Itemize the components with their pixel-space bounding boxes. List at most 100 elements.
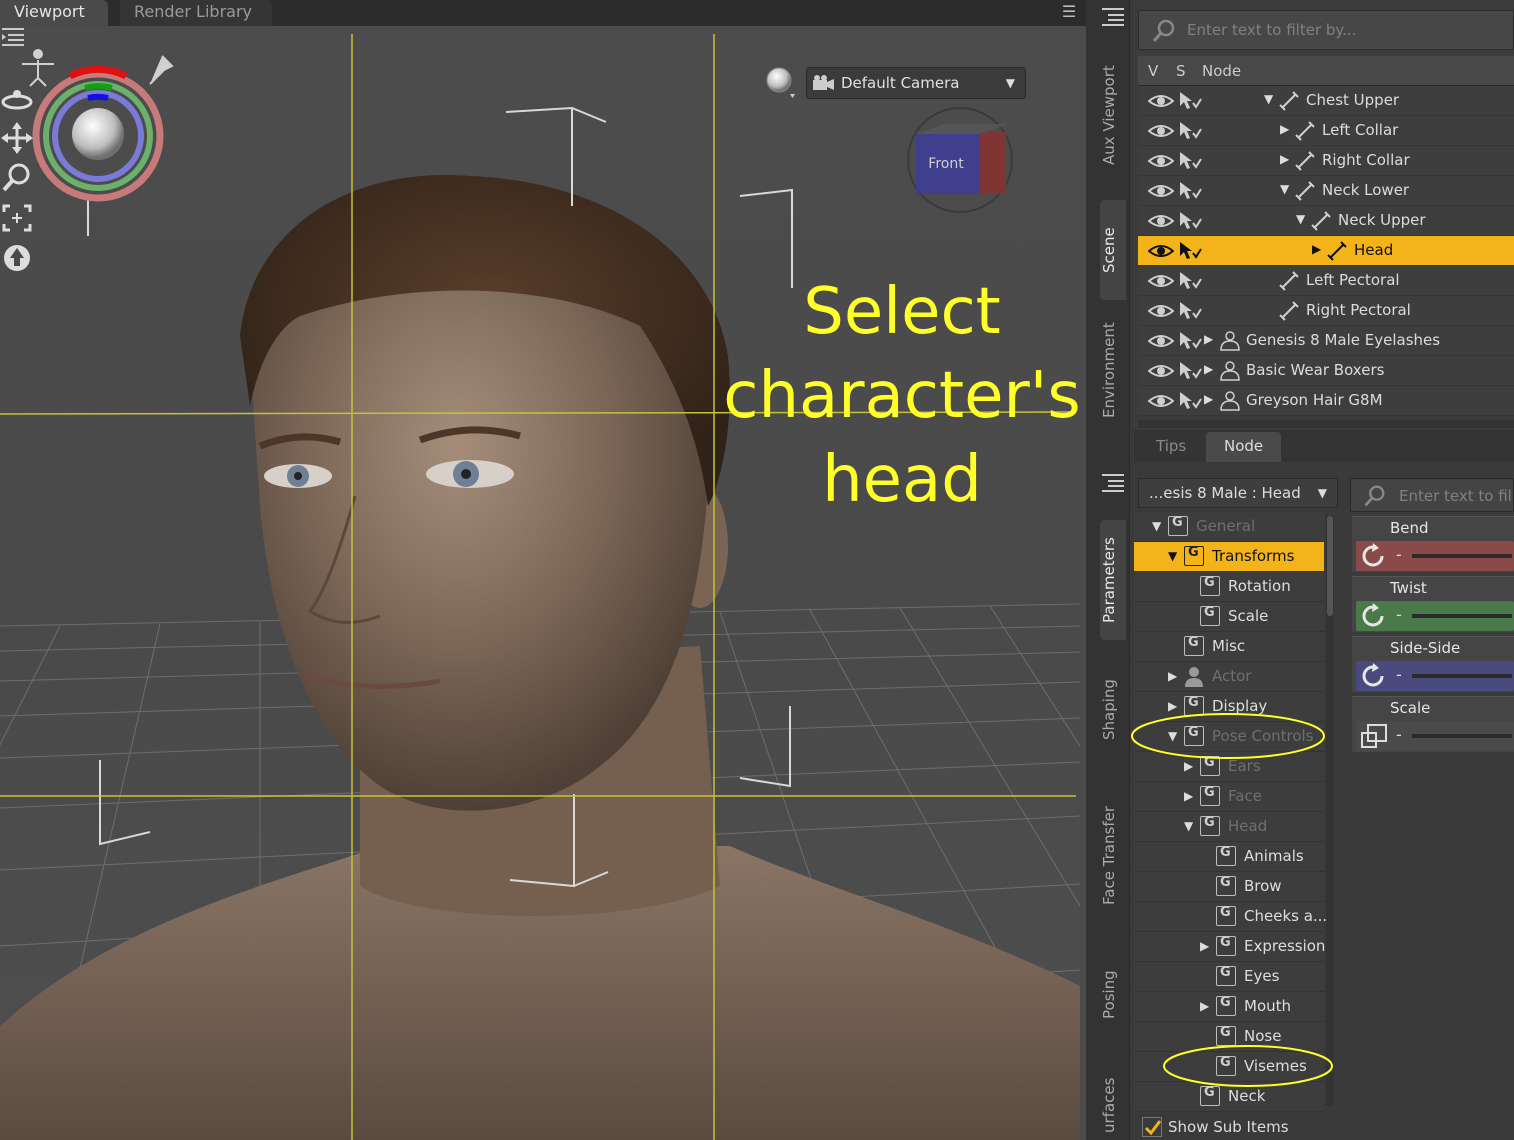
selectable-arrow-icon[interactable] (1178, 331, 1202, 351)
scrollbar-thumb[interactable] (1327, 516, 1333, 616)
reset-view-icon[interactable] (0, 242, 34, 274)
expand-down-icon[interactable]: ▼ (1152, 519, 1161, 533)
parameter-slider[interactable]: Twist - (1352, 576, 1514, 632)
expand-right-icon[interactable]: ▶ (1312, 242, 1321, 256)
viewport-options-menu-icon[interactable] (0, 26, 26, 48)
scene-tree-row[interactable]: ▶ Head (1138, 236, 1514, 266)
expand-right-icon[interactable]: ▶ (1280, 152, 1289, 166)
parameter-group-item[interactable]: Scale (1134, 602, 1324, 632)
tab-render-library[interactable]: Render Library (120, 0, 272, 26)
eye-icon[interactable] (1148, 363, 1174, 379)
tab-shaping[interactable]: Shaping (1100, 660, 1126, 760)
pane-menu-icon[interactable] (1100, 6, 1126, 28)
expand-down-icon[interactable]: ▼ (1184, 819, 1193, 833)
expand-down-icon[interactable]: ▼ (1280, 182, 1289, 196)
expand-right-icon[interactable]: ▶ (1204, 332, 1213, 346)
scene-tree-row[interactable]: ▶ Basic Wear Boxers (1138, 356, 1514, 386)
selectable-arrow-icon[interactable] (1178, 241, 1202, 261)
parameter-slider[interactable]: Scale - (1352, 696, 1514, 752)
scene-tree-row[interactable]: Left Pectoral (1138, 266, 1514, 296)
scene-tree-row[interactable]: ▶ Left Collar (1138, 116, 1514, 146)
scene-tree-row[interactable]: ▶ Genesis 8 Male Eyelashes (1138, 326, 1514, 356)
tab-environment[interactable]: Environment (1100, 310, 1126, 430)
eye-icon[interactable] (1148, 303, 1174, 319)
expand-right-icon[interactable]: ▶ (1200, 939, 1209, 953)
camera-dropdown[interactable]: Default Camera ▼ (806, 67, 1026, 99)
parameter-group-item[interactable]: Cheeks a... (1134, 902, 1327, 932)
parameter-group-item[interactable]: Brow (1134, 872, 1324, 902)
pan-icon[interactable] (0, 122, 34, 154)
rotate-icon[interactable] (1360, 543, 1388, 569)
frame-icon[interactable] (0, 202, 34, 234)
selectable-arrow-icon[interactable] (1178, 361, 1202, 381)
rotate-icon[interactable] (1360, 603, 1388, 629)
parameter-group-item[interactable]: Misc (1134, 632, 1324, 662)
eye-icon[interactable] (1148, 123, 1174, 139)
parameter-group-item[interactable]: ▶ Face (1134, 782, 1324, 812)
expand-right-icon[interactable]: ▶ (1204, 392, 1213, 406)
parameter-group-item[interactable]: ▼ Transforms (1134, 542, 1324, 572)
scene-tree-row[interactable]: ▼ Chest Upper (1138, 86, 1514, 116)
eye-icon[interactable] (1148, 213, 1174, 229)
selectable-arrow-icon[interactable] (1178, 181, 1202, 201)
selectable-arrow-icon[interactable] (1178, 151, 1202, 171)
tab-scene[interactable]: Scene (1100, 200, 1126, 300)
selectable-arrow-icon[interactable] (1178, 271, 1202, 291)
slider-track[interactable] (1412, 614, 1512, 618)
selectable-arrow-icon[interactable] (1178, 391, 1202, 411)
draw-style-sphere-icon[interactable] (764, 66, 800, 102)
tab-tips[interactable]: Tips (1138, 432, 1204, 462)
expand-down-icon[interactable]: ▼ (1264, 92, 1273, 106)
scene-tree-row[interactable]: Right Pectoral (1138, 296, 1514, 326)
parameter-slider[interactable]: Bend - (1352, 516, 1514, 572)
show-sub-items-checkbox[interactable] (1142, 1117, 1162, 1137)
parameter-group-item[interactable]: Rotation (1134, 572, 1324, 602)
parameter-filter-input[interactable]: Enter text to filter by... (1350, 478, 1514, 512)
tab-aux-viewport[interactable]: Aux Viewport (1100, 40, 1126, 190)
zoom-icon[interactable] (0, 162, 34, 194)
scene-tree-row[interactable]: ▼ Neck Lower (1138, 176, 1514, 206)
slider-track[interactable] (1412, 674, 1512, 678)
tab-surfaces[interactable]: urfaces (1100, 1070, 1126, 1140)
expand-right-icon[interactable]: ▶ (1280, 122, 1289, 136)
eye-icon[interactable] (1148, 243, 1174, 259)
expand-right-icon[interactable]: ▶ (1184, 789, 1193, 803)
slider-track[interactable] (1412, 734, 1512, 738)
parameter-group-item[interactable]: ▶ Expressions (1134, 932, 1333, 962)
tab-node[interactable]: Node (1206, 432, 1282, 462)
rotate-icon[interactable] (1360, 663, 1388, 689)
slider-track[interactable] (1412, 554, 1512, 558)
node-dropdown[interactable]: ...esis 8 Male : Head ▼ (1138, 478, 1338, 508)
parameter-group-item[interactable]: ▼ General (1134, 512, 1324, 542)
tab-viewport[interactable]: Viewport (0, 0, 108, 26)
selectable-arrow-icon[interactable] (1178, 301, 1202, 321)
tab-face-transfer[interactable]: Face Transfer (1100, 790, 1126, 920)
tab-parameters[interactable]: Parameters (1100, 520, 1126, 640)
selectable-arrow-icon[interactable] (1178, 91, 1202, 111)
eye-icon[interactable] (1148, 273, 1174, 289)
pane-menu-icon[interactable]: ☰ (1058, 2, 1080, 22)
parameter-group-item[interactable]: Eyes (1134, 962, 1324, 992)
eye-icon[interactable] (1148, 153, 1174, 169)
eye-icon[interactable] (1148, 183, 1174, 199)
scale-icon[interactable] (1360, 723, 1388, 749)
tab-posing[interactable]: Posing (1100, 950, 1126, 1040)
eye-icon[interactable] (1148, 333, 1174, 349)
scene-tree-row[interactable]: ▶ Right Collar (1138, 146, 1514, 176)
3d-viewport-canvas[interactable]: Front Default Camera ▼ Select character'… (0, 26, 1081, 1140)
expand-right-icon[interactable]: ▶ (1204, 362, 1213, 376)
expand-right-icon[interactable]: ▶ (1168, 669, 1177, 683)
parameter-group-item[interactable]: ▶ Actor (1134, 662, 1324, 692)
expand-down-icon[interactable]: ▼ (1168, 549, 1177, 563)
selectable-arrow-icon[interactable] (1178, 211, 1202, 231)
parameter-group-item[interactable]: ▼ Head (1134, 812, 1324, 842)
expand-down-icon[interactable]: ▼ (1296, 212, 1305, 226)
scene-horizontal-scrollbar[interactable] (1138, 420, 1514, 428)
expand-right-icon[interactable]: ▶ (1200, 999, 1209, 1013)
show-sub-items-toggle[interactable]: Show Sub Items (1134, 1114, 1334, 1140)
parameter-group-item[interactable]: ▶ Mouth (1134, 992, 1324, 1022)
orbit-icon[interactable] (0, 82, 34, 114)
column-visible[interactable]: V (1148, 62, 1158, 80)
parameter-group-item[interactable]: Animals (1134, 842, 1324, 872)
column-selectable[interactable]: S (1176, 62, 1186, 80)
